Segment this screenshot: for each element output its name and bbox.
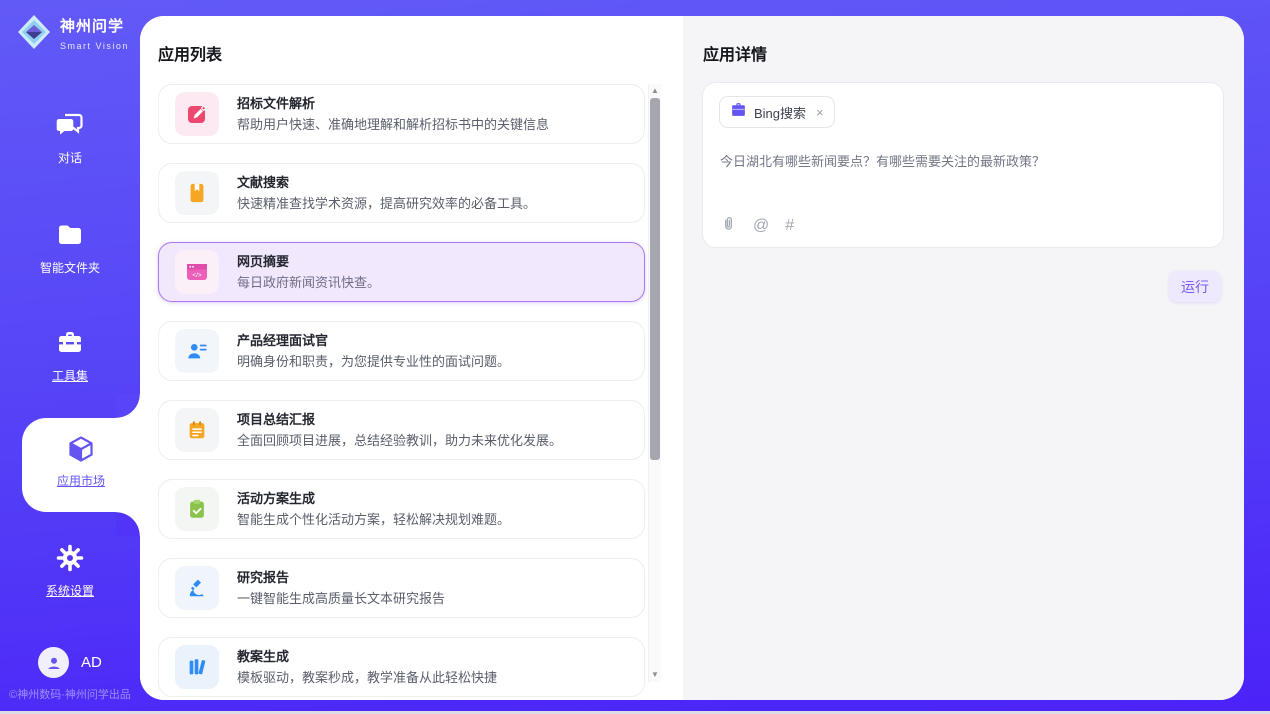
content-panel: 应用列表 招标文件解析 帮助用户快速、准确地理解和解析招标书中的关键信息: [140, 16, 1244, 700]
app-card-title: 文献搜索: [237, 176, 536, 189]
app-card-title: 研究报告: [237, 571, 445, 584]
hash-icon[interactable]: #: [785, 217, 794, 235]
attachment-icon[interactable]: [720, 214, 737, 238]
sidebar-item-toolset[interactable]: 工具集: [0, 328, 140, 384]
toolbox-icon: [55, 328, 85, 358]
sidebar-item-smart-folder[interactable]: 智能文件夹: [0, 220, 140, 276]
scrollbar-thumb[interactable]: [650, 98, 660, 460]
app-card-desc: 智能生成个性化活动方案，轻松解决规划难题。: [237, 513, 510, 526]
query-text[interactable]: 今日湖北有哪些新闻要点？有哪些需要关注的最新政策？: [720, 151, 1200, 170]
user-account[interactable]: AD: [38, 647, 102, 678]
app-detail-section: 应用详情 Bing搜索 × 今日湖北有哪些新闻要点？有哪些需要关注的最新政策？: [683, 16, 1244, 700]
brand-name: 神州问学: [60, 18, 124, 35]
run-button[interactable]: 运行: [1169, 271, 1221, 302]
app-card-literature-search[interactable]: 文献搜索 快速精准查找学术资源，提高研究效率的必备工具。: [158, 163, 645, 223]
app-card-desc: 模板驱动，教案秒成，教学准备从此轻松快捷: [237, 671, 497, 684]
app-card-title: 招标文件解析: [237, 97, 549, 110]
clipboard-check-icon: [175, 487, 219, 531]
sidebar-item-settings[interactable]: 系统设置: [0, 543, 140, 599]
briefcase-icon: [730, 101, 747, 123]
input-toolbar: @ #: [720, 214, 794, 238]
tab-fillet-top: [116, 394, 140, 418]
app-card-desc: 帮助用户快速、准确地理解和解析招标书中的关键信息: [237, 118, 549, 131]
app-card-bid-parse[interactable]: 招标文件解析 帮助用户快速、准确地理解和解析招标书中的关键信息: [158, 84, 645, 144]
brand-logo: 神州问学 Smart Vision: [16, 13, 140, 56]
app-detail-title: 应用详情: [703, 41, 767, 65]
app-card-pm-interviewer[interactable]: 产品经理面试官 明确身份和职责，为您提供专业性的面试问题。: [158, 321, 645, 381]
book-icon: [175, 171, 219, 215]
tool-tag-bing-search[interactable]: Bing搜索 ×: [719, 96, 835, 128]
tab-fillet-bottom: [116, 512, 140, 536]
cube-icon: [66, 434, 96, 464]
microscope-icon: [175, 566, 219, 610]
app-card-title: 产品经理面试官: [237, 334, 510, 347]
app-list: 招标文件解析 帮助用户快速、准确地理解和解析招标书中的关键信息 文献搜索 快速精…: [158, 84, 645, 700]
edit-document-icon: [175, 92, 219, 136]
app-card-event-plan[interactable]: 活动方案生成 智能生成个性化活动方案，轻松解决规划难题。: [158, 479, 645, 539]
sidebar-item-label: 工具集: [0, 367, 140, 384]
app-card-lesson-plan[interactable]: 教案生成 模板驱动，教案秒成，教学准备从此轻松快捷: [158, 637, 645, 697]
app-card-title: 项目总结汇报: [237, 413, 562, 426]
sidebar-item-label: 智能文件夹: [0, 259, 140, 276]
sidebar-item-label: 应用市场: [22, 472, 140, 489]
app-card-desc: 明确身份和职责，为您提供专业性的面试问题。: [237, 355, 510, 368]
user-name: AD: [81, 654, 102, 671]
folder-icon: [55, 220, 85, 250]
browser-code-icon: </>: [175, 250, 219, 294]
app-card-desc: 每日政府新闻资讯快查。: [237, 276, 380, 289]
sidebar-item-chat[interactable]: 对话: [0, 110, 140, 166]
sidebar: 神州问学 Smart Vision 对话 智能文件夹: [0, 0, 140, 714]
brand-subtitle: Smart Vision: [60, 41, 129, 51]
app-card-title: 教案生成: [237, 650, 497, 663]
sidebar-item-label: 系统设置: [0, 582, 140, 599]
copyright-text: ©神州数码·神州问学出品: [0, 686, 140, 702]
books-icon: [175, 645, 219, 689]
brand-diamond-icon: [16, 13, 52, 56]
app-card-desc: 快速精准查找学术资源，提高研究效率的必备工具。: [237, 197, 536, 210]
tool-tag-label: Bing搜索: [754, 103, 806, 122]
app-card-desc: 一键智能生成高质量长文本研究报告: [237, 592, 445, 605]
scrollbar-down-arrow[interactable]: ▼: [649, 668, 661, 682]
app-list-section: 应用列表 招标文件解析 帮助用户快速、准确地理解和解析招标书中的关键信息: [140, 16, 683, 700]
app-list-title: 应用列表: [158, 41, 222, 65]
mention-icon[interactable]: @: [753, 217, 769, 235]
app-card-web-summary[interactable]: </> 网页摘要 每日政府新闻资讯快查。: [158, 242, 645, 302]
app-window: 神州问学 Smart Vision 对话 智能文件夹: [0, 0, 1270, 714]
app-card-research-report[interactable]: 研究报告 一键智能生成高质量长文本研究报告: [158, 558, 645, 618]
interviewer-icon: [175, 329, 219, 373]
app-card-title: 活动方案生成: [237, 492, 510, 505]
report-note-icon: [175, 408, 219, 452]
scrollbar-up-arrow[interactable]: ▲: [649, 84, 661, 98]
chat-icon: [55, 110, 85, 140]
prompt-input-card[interactable]: Bing搜索 × 今日湖北有哪些新闻要点？有哪些需要关注的最新政策？ @ #: [702, 82, 1224, 248]
sidebar-item-app-market[interactable]: 应用市场: [22, 418, 140, 512]
gear-icon: [55, 543, 85, 573]
app-card-desc: 全面回顾项目进展，总结经验教训，助力未来优化发展。: [237, 434, 562, 447]
app-card-project-summary[interactable]: 项目总结汇报 全面回顾项目进展，总结经验教训，助力未来优化发展。: [158, 400, 645, 460]
avatar: [38, 647, 69, 678]
app-card-title: 网页摘要: [237, 255, 380, 268]
tag-close-icon[interactable]: ×: [816, 105, 824, 120]
sidebar-item-label: 对话: [0, 149, 140, 166]
app-list-scrollbar[interactable]: ▲ ▼: [648, 84, 661, 682]
svg-text:</>: </>: [192, 272, 202, 279]
